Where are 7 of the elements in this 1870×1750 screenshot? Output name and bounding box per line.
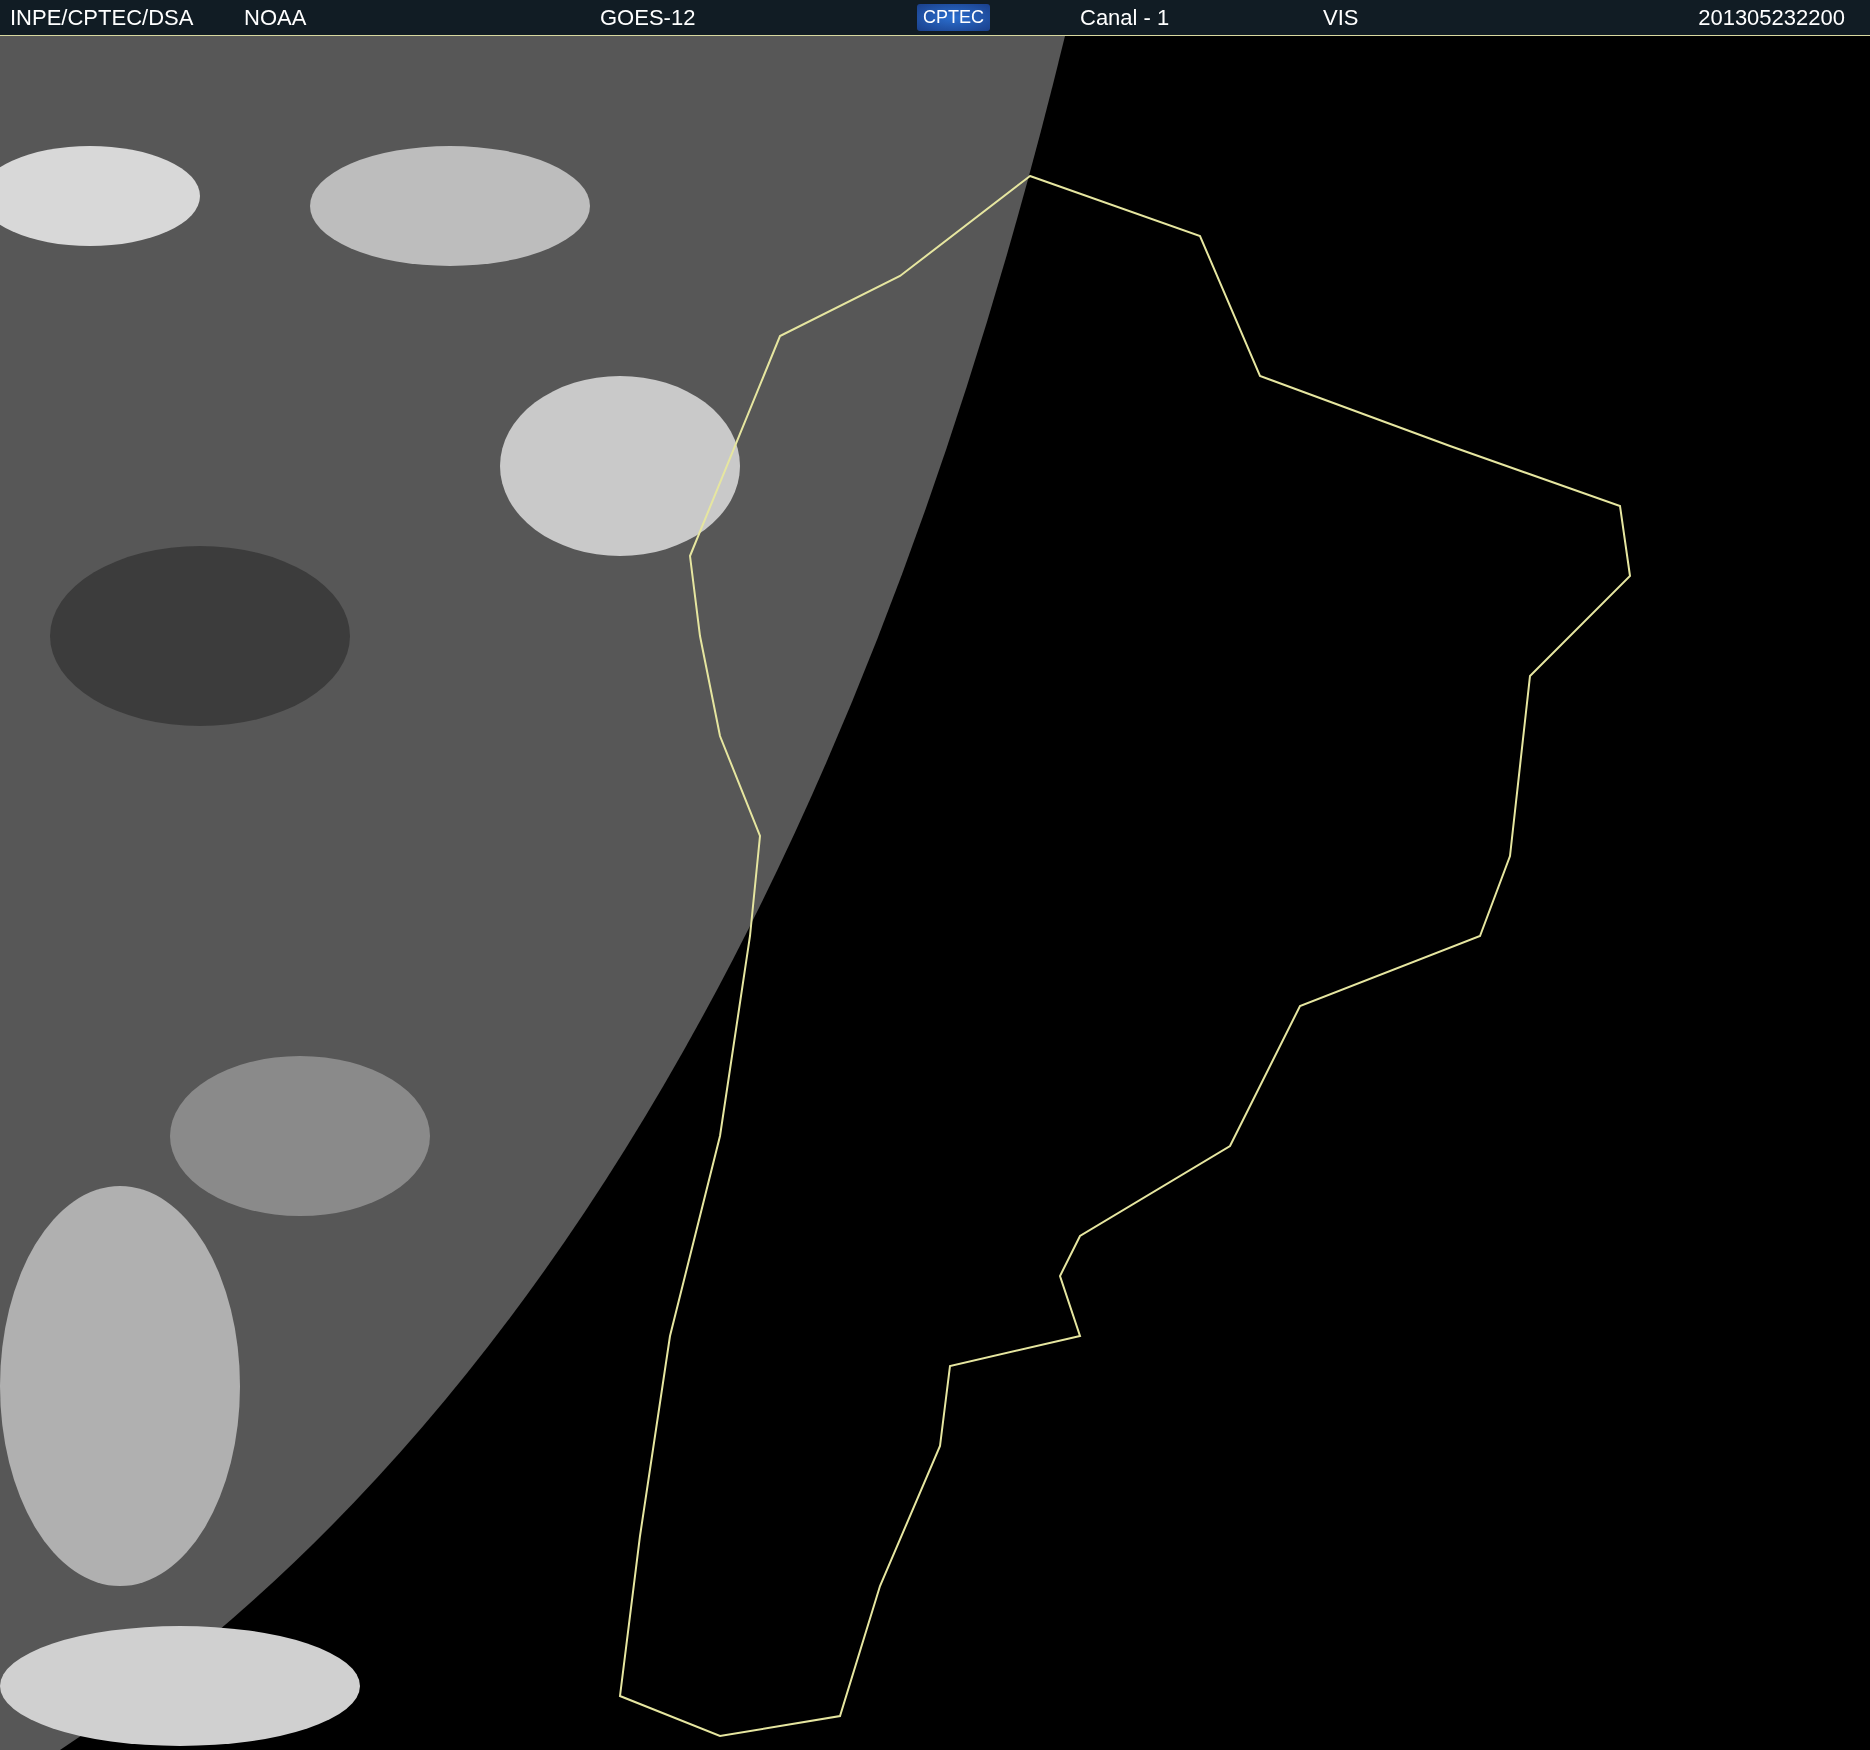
band-label: VIS <box>1323 4 1359 31</box>
satellite-label: GOES-12 <box>600 4 696 31</box>
logo: CPTEC <box>917 4 990 31</box>
source-label: NOAA <box>244 4 307 31</box>
channel-label: Canal - 1 <box>1080 4 1170 31</box>
timestamp-label: 201305232200 <box>1698 4 1845 31</box>
agency-label: INPE/CPTEC/DSA <box>10 4 194 31</box>
